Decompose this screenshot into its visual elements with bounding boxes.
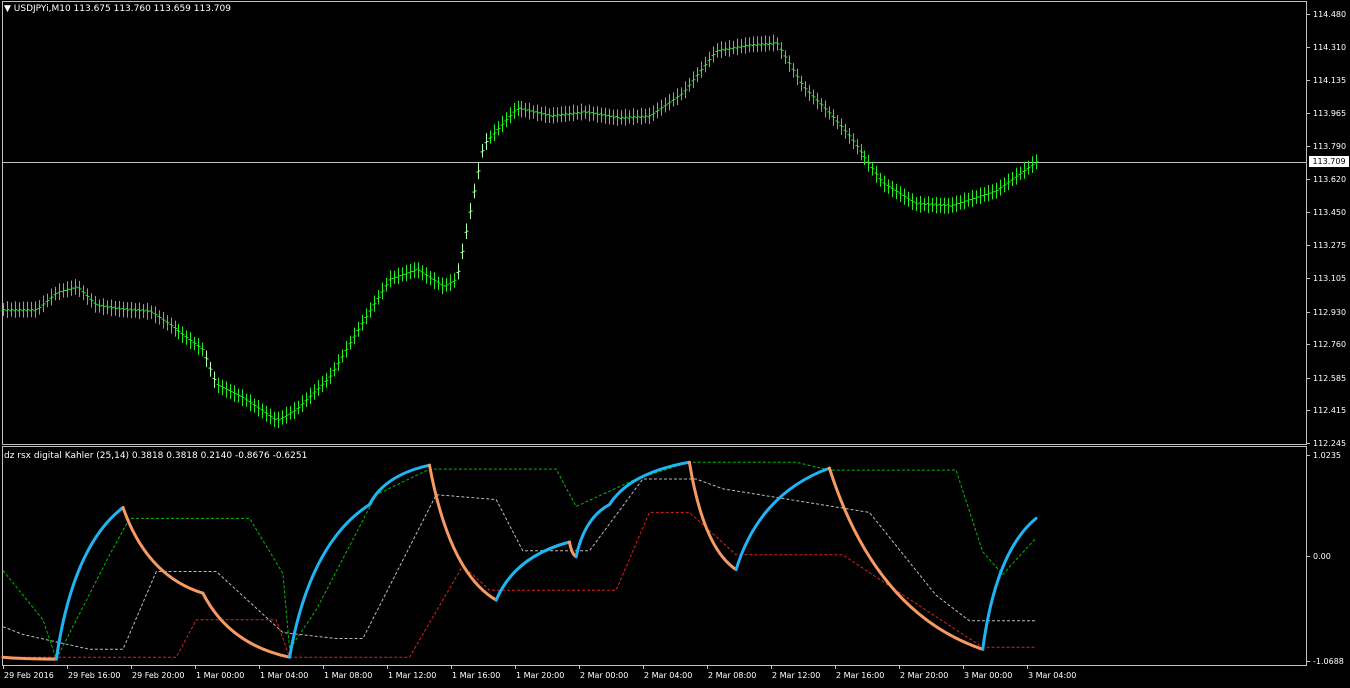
chart-frame <box>2 1 1307 666</box>
rsx-rising-segment <box>54 506 125 661</box>
time-tick-label: 1 Mar 04:00 <box>260 671 309 680</box>
rsx-falling-segment <box>687 460 738 572</box>
upper-level-line <box>2 461 1037 661</box>
price-tick-label: 113.620 <box>1313 174 1347 184</box>
time-tick-label: 3 Mar 00:00 <box>964 671 1013 680</box>
chart-window[interactable]: ▼ USDJPYi,M10 113.675 113.760 113.659 11… <box>0 0 1350 688</box>
symbol-info: USDJPYi,M10 113.675 113.760 113.659 113.… <box>13 4 231 14</box>
indicator-tick-label: 1.0235 <box>1313 450 1341 460</box>
current-price-tag: 113.709 <box>1309 156 1349 167</box>
price-tick-label: 112.245 <box>1313 438 1347 448</box>
price-tick-label: 113.450 <box>1313 207 1347 217</box>
indicator-tick-label: 0.00 <box>1313 551 1331 561</box>
price-tick-label: 114.310 <box>1313 42 1347 52</box>
price-bars <box>1 34 1039 429</box>
chart-canvas[interactable] <box>0 0 1350 688</box>
time-tick-label: 2 Mar 12:00 <box>772 671 821 680</box>
time-tick-label: 1 Mar 00:00 <box>196 671 245 680</box>
symbol-header[interactable]: ▼ USDJPYi,M10 113.675 113.760 113.659 11… <box>4 4 231 14</box>
rsx-rising-segment <box>981 516 1038 651</box>
time-tick-label: 2 Mar 00:00 <box>580 671 629 680</box>
price-tick-label: 113.275 <box>1313 240 1347 250</box>
rsx-falling-segment <box>428 463 498 602</box>
price-tick-label: 114.480 <box>1313 9 1347 19</box>
indicator-lines <box>1 460 1038 661</box>
time-tick-label: 2 Mar 20:00 <box>900 671 949 680</box>
time-tick-label: 1 Mar 16:00 <box>452 671 501 680</box>
rsx-rising-segment <box>574 503 611 559</box>
indicator-header: dz rsx digital Kahler (25,14) 0.3818 0.3… <box>4 451 308 461</box>
lower-level-line <box>3 511 1036 658</box>
rsx-falling-segment <box>827 466 985 651</box>
price-tick-label: 113.790 <box>1313 141 1347 151</box>
rsx-falling-segment <box>121 506 205 595</box>
price-tick-label: 112.930 <box>1313 307 1347 317</box>
time-tick-label: 2 Mar 04:00 <box>644 671 693 680</box>
main-pane-border <box>2 1 1307 445</box>
indicator-tick-label: -1.0688 <box>1313 656 1344 666</box>
time-tick-label: 2 Mar 16:00 <box>836 671 885 680</box>
time-tick-label: 29 Feb 20:00 <box>132 671 185 680</box>
time-tick-label: 29 Feb 2016 <box>4 671 54 680</box>
price-tick-label: 113.105 <box>1313 273 1347 283</box>
time-tick-label: 1 Mar 08:00 <box>324 671 373 680</box>
time-tick-label: 1 Mar 20:00 <box>516 671 565 680</box>
rsx-falling-segment <box>201 591 292 659</box>
price-tick-label: 113.965 <box>1313 108 1347 118</box>
time-tick-label: 3 Mar 04:00 <box>1028 671 1077 680</box>
time-tick-label: 1 Mar 12:00 <box>388 671 437 680</box>
chart-menu-triangle-icon[interactable]: ▼ <box>4 4 11 14</box>
price-tick-label: 112.585 <box>1313 373 1347 383</box>
time-tick-label: 29 Feb 16:00 <box>68 671 121 680</box>
time-tick-label: 2 Mar 08:00 <box>708 671 757 680</box>
price-tick-label: 112.415 <box>1313 405 1347 415</box>
middle-level-line <box>2 478 1036 650</box>
rsx-rising-segment <box>368 463 431 507</box>
price-tick-label: 114.135 <box>1313 75 1347 85</box>
price-tick-label: 112.760 <box>1313 339 1347 349</box>
rsx-rising-segment <box>608 460 691 507</box>
